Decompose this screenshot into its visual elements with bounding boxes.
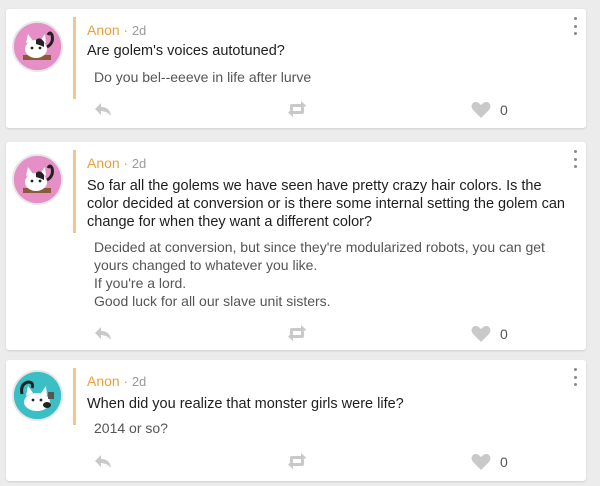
heart-icon[interactable]: [471, 101, 491, 119]
post-meta: Anon · 2d: [87, 155, 146, 172]
post-meta: Anon · 2d: [87, 22, 146, 39]
answer-line: Do you bel--eeeve in life after lurve: [94, 69, 312, 85]
repost-icon[interactable]: [287, 453, 307, 469]
author-name[interactable]: Anon: [87, 22, 120, 38]
reply-icon[interactable]: [94, 101, 112, 117]
meta-separator: ·: [123, 374, 128, 389]
answer-text: Decided at conversion, but since they're…: [94, 238, 572, 310]
answer-line: 2014 or so?: [94, 420, 168, 436]
reply-icon[interactable]: [94, 453, 112, 469]
like-count: 0: [500, 102, 508, 118]
more-options-icon[interactable]: [572, 17, 578, 35]
like-count: 0: [500, 326, 508, 342]
quote-bar: [73, 368, 76, 425]
cat-avatar-icon: [14, 372, 61, 419]
post-time: 2d: [131, 156, 147, 171]
like-count: 0: [500, 454, 508, 470]
heart-icon[interactable]: [471, 325, 491, 343]
post-card: Anon · 2d When did you realize that mons…: [6, 360, 586, 481]
post-card: Anon · 2d Are golem's voices autotuned? …: [6, 9, 586, 128]
post-actions: 0: [6, 453, 586, 473]
post-time: 2d: [131, 374, 147, 389]
post-actions: 0: [6, 325, 586, 345]
question-text: When did you realize that monster girls …: [87, 396, 404, 412]
answer-line: Good luck for all our slave unit sisters…: [94, 293, 331, 309]
heart-icon[interactable]: [471, 453, 491, 471]
cat-avatar-icon: [14, 156, 61, 203]
cat-avatar-icon: [14, 23, 61, 70]
answer-text: Do you bel--eeeve in life after lurve: [94, 68, 572, 86]
avatar[interactable]: [12, 21, 63, 72]
avatar[interactable]: [12, 370, 63, 421]
answer-line: If you're a lord.: [94, 275, 187, 291]
more-options-icon[interactable]: [572, 150, 578, 168]
quote-bar: [73, 17, 76, 99]
reply-icon[interactable]: [94, 325, 112, 341]
answer-text: 2014 or so?: [94, 419, 572, 437]
avatar[interactable]: [12, 154, 63, 205]
author-name[interactable]: Anon: [87, 155, 120, 171]
question-text: So far all the golems we have seen have …: [87, 178, 565, 230]
post-meta: Anon · 2d: [87, 373, 146, 390]
post-card: Anon · 2d So far all the golems we have …: [6, 142, 586, 350]
meta-separator: ·: [123, 156, 128, 171]
meta-separator: ·: [123, 23, 128, 38]
question-text: Are golem's voices autotuned?: [87, 43, 285, 59]
repost-icon[interactable]: [287, 101, 307, 117]
post-actions: 0: [6, 101, 586, 121]
quote-bar: [73, 150, 76, 233]
post-time: 2d: [131, 23, 147, 38]
answer-line: Decided at conversion, but since they're…: [94, 239, 545, 273]
repost-icon[interactable]: [287, 325, 307, 341]
author-name[interactable]: Anon: [87, 373, 120, 389]
more-options-icon[interactable]: [572, 368, 578, 386]
